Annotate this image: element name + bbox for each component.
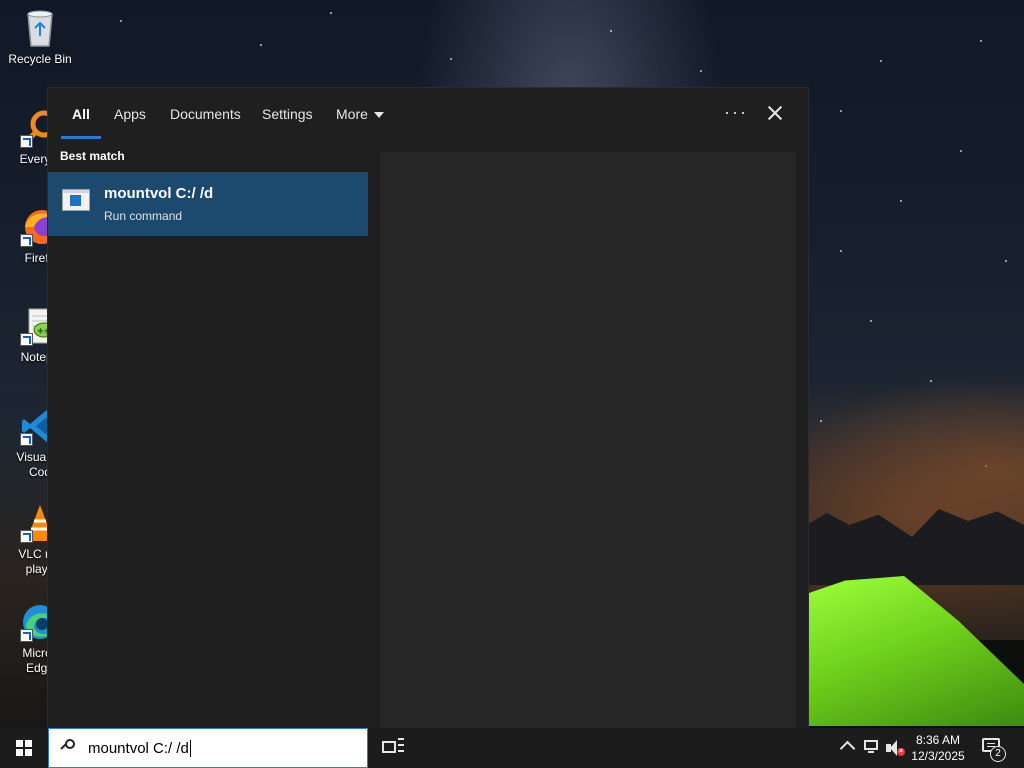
taskbar: mountvol C:/ /d × 8:36 AM 12/3/2025 2 bbox=[0, 728, 1024, 768]
close-icon[interactable] bbox=[764, 102, 786, 124]
tab-more[interactable]: More bbox=[336, 106, 384, 122]
muted-badge-icon: × bbox=[897, 748, 905, 756]
windows-logo-icon bbox=[16, 740, 32, 756]
tab-apps[interactable]: Apps bbox=[114, 106, 146, 122]
tab-all[interactable]: All bbox=[72, 106, 90, 122]
chevron-down-icon bbox=[373, 112, 384, 119]
desktop-icon-recycle-bin[interactable]: Recycle Bin bbox=[4, 8, 76, 67]
tab-settings[interactable]: Settings bbox=[262, 106, 313, 122]
clock-date: 12/3/2025 bbox=[911, 749, 965, 763]
action-center-button[interactable]: 2 bbox=[982, 738, 1006, 762]
taskbar-search-box[interactable]: mountvol C:/ /d bbox=[48, 728, 368, 768]
tab-more-label: More bbox=[336, 106, 368, 122]
search-input[interactable]: mountvol C:/ /d bbox=[88, 740, 191, 757]
result-title: mountvol C:/ /d bbox=[104, 185, 214, 202]
result-preview-pane bbox=[380, 152, 796, 728]
tab-documents[interactable]: Documents bbox=[170, 106, 241, 122]
search-tabs: All Apps Documents Settings More ··· bbox=[48, 88, 808, 140]
results-list-area bbox=[48, 236, 368, 728]
shortcut-arrow-icon bbox=[20, 530, 33, 543]
notification-count-badge: 2 bbox=[990, 746, 1006, 762]
speaker-cone bbox=[890, 740, 897, 756]
shortcut-arrow-icon bbox=[20, 333, 33, 346]
network-icon[interactable] bbox=[862, 740, 880, 755]
shortcut-arrow-icon bbox=[20, 433, 33, 446]
active-tab-indicator bbox=[61, 136, 101, 139]
search-query-text: mountvol C:/ /d bbox=[88, 740, 189, 757]
search-icon bbox=[61, 739, 75, 753]
more-options-icon[interactable]: ··· bbox=[724, 102, 748, 123]
show-hidden-icons-chevron-icon[interactable] bbox=[839, 740, 856, 757]
desktop-icon-label: Recycle Bin bbox=[8, 52, 72, 66]
search-panel: All Apps Documents Settings More ··· Bes… bbox=[48, 88, 808, 728]
task-view-icon[interactable] bbox=[382, 738, 404, 758]
shortcut-arrow-icon bbox=[20, 135, 33, 148]
best-match-heading: Best match bbox=[60, 149, 125, 163]
start-button[interactable] bbox=[0, 728, 48, 768]
shortcut-arrow-icon bbox=[20, 629, 33, 642]
volume-muted-icon[interactable]: × bbox=[886, 740, 905, 756]
shortcut-arrow-icon bbox=[20, 234, 33, 247]
clock-time: 8:36 AM bbox=[915, 733, 961, 747]
result-subtitle: Run command bbox=[104, 209, 183, 223]
best-match-result[interactable]: mountvol C:/ /d Run command bbox=[48, 172, 368, 236]
run-command-icon bbox=[62, 189, 90, 211]
taskbar-clock[interactable]: 8:36 AM 12/3/2025 bbox=[906, 732, 970, 764]
text-caret bbox=[189, 740, 191, 757]
recycle-bin-icon bbox=[20, 8, 60, 48]
